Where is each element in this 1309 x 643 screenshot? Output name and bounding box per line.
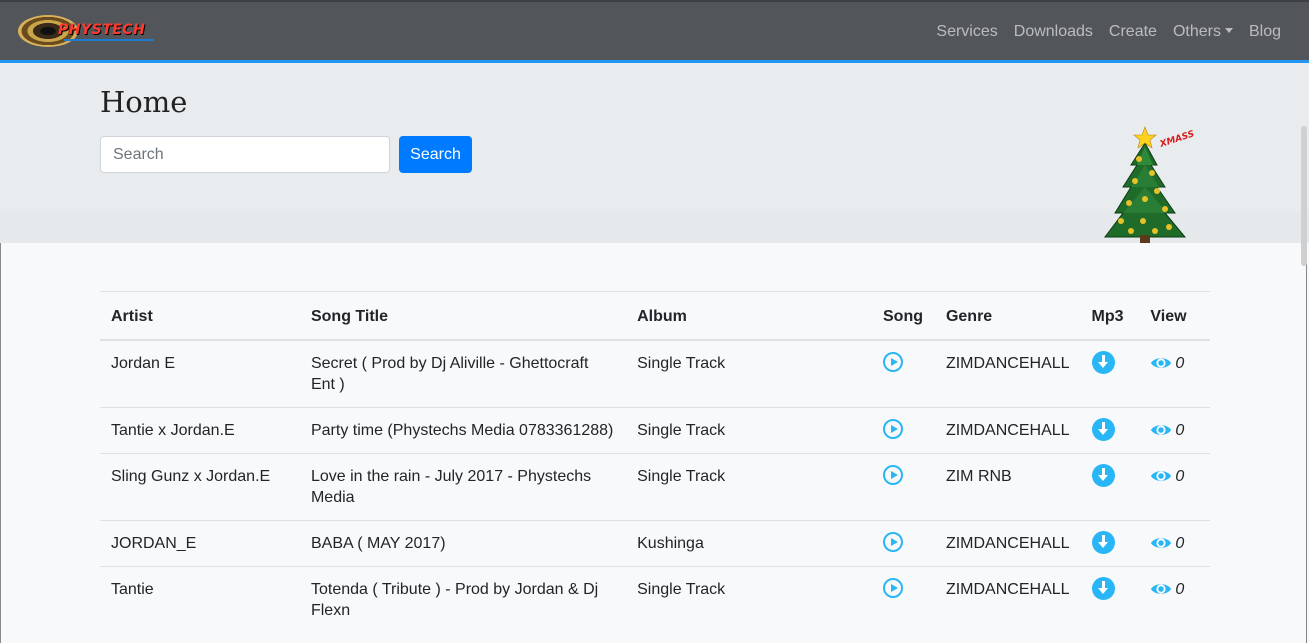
eye-icon[interactable] <box>1150 466 1172 487</box>
view-count: 0 <box>1175 468 1185 485</box>
table-row: JORDAN_E BABA ( MAY 2017) Kushinga ZIMDANCE… <box>100 520 1210 567</box>
download-icon[interactable] <box>1091 531 1115 554</box>
cell-song <box>872 339 935 408</box>
logo-text: PHYSTECH <box>58 22 146 38</box>
eye-icon[interactable] <box>1150 533 1172 554</box>
view-count: 0 <box>1175 535 1185 552</box>
cell-mp3 <box>1080 339 1140 408</box>
cell-view: 0 <box>1139 407 1210 454</box>
search-input[interactable] <box>100 136 390 173</box>
download-icon[interactable] <box>1091 418 1115 441</box>
cell-view: 0 <box>1139 520 1210 567</box>
navbar: PHYSTECH Services Downloads Create Other… <box>0 0 1309 60</box>
col-view: View <box>1139 291 1210 341</box>
cell-song <box>872 566 935 633</box>
cell-song-title: Party time (Phystechs Media 0783361288) <box>299 407 627 454</box>
cell-artist: Jordan E <box>100 339 300 408</box>
nav-link-blog[interactable]: Blog <box>1241 22 1289 42</box>
nav-links: Services Downloads Create Others Blog <box>928 22 1289 42</box>
view-count: 0 <box>1175 355 1185 372</box>
cell-album: Single Track <box>626 339 872 408</box>
play-circle-icon[interactable] <box>883 419 903 439</box>
table-header-row: Artist Song Title Album Song Genre Mp3 V… <box>100 291 1210 341</box>
scrollbar-thumb[interactable] <box>1301 126 1307 266</box>
nav-link-downloads[interactable]: Downloads <box>1006 22 1101 42</box>
logo-underline <box>64 39 154 41</box>
col-song: Song <box>872 291 935 341</box>
table-row: Jordan E Secret ( Prod by Dj Aliville - G… <box>100 339 1210 408</box>
cell-album: Single Track <box>626 453 872 521</box>
songs-table-container: Artist Song Title Album Song Genre Mp3 V… <box>100 291 1210 633</box>
cell-genre: ZIM RNB <box>934 453 1081 521</box>
col-song-title: Song Title <box>299 291 627 341</box>
cell-mp3 <box>1080 520 1140 567</box>
cell-view: 0 <box>1139 566 1210 633</box>
cell-song <box>872 407 935 454</box>
cell-song <box>872 453 935 521</box>
eye-icon[interactable] <box>1150 579 1172 600</box>
view-count: 0 <box>1175 422 1185 439</box>
cell-song <box>872 520 935 567</box>
cell-artist: Tantie x Jordan.E <box>100 407 300 454</box>
xmass-label: XMASS <box>1158 129 1196 150</box>
cell-mp3 <box>1080 407 1140 454</box>
cell-mp3 <box>1080 566 1140 633</box>
caret-down-icon <box>1224 28 1233 33</box>
cell-song-title: Totenda ( Tribute ) - Prod by Jordan & D… <box>299 566 627 633</box>
nav-link-services[interactable]: Services <box>928 22 1005 42</box>
play-circle-icon[interactable] <box>883 578 903 598</box>
page-title: Home <box>100 85 188 119</box>
table-row: Sling Gunz x Jordan.E Love in the rain - … <box>100 453 1210 521</box>
play-circle-icon[interactable] <box>883 465 903 485</box>
cell-genre: ZIMDANCEHALL <box>934 339 1081 408</box>
cell-album: Single Track <box>626 566 872 633</box>
search-button[interactable]: Search <box>399 136 472 173</box>
songs-table: Artist Song Title Album Song Genre Mp3 V… <box>100 291 1210 633</box>
cell-album: Kushinga <box>626 520 872 567</box>
view-count: 0 <box>1175 581 1185 598</box>
cell-mp3 <box>1080 453 1140 521</box>
download-icon[interactable] <box>1091 577 1115 600</box>
site-logo[interactable]: PHYSTECH <box>18 15 158 49</box>
cell-song-title: BABA ( MAY 2017) <box>299 520 627 567</box>
play-circle-icon[interactable] <box>883 532 903 552</box>
col-genre: Genre <box>934 291 1081 341</box>
table-row: Tantie x Jordan.E Party time (Phystechs M… <box>100 407 1210 454</box>
download-icon[interactable] <box>1091 464 1115 487</box>
cell-artist: JORDAN_E <box>100 520 300 567</box>
table-row: Tantie Totenda ( Tribute ) - Prod by Jord… <box>100 566 1210 633</box>
eye-icon[interactable] <box>1150 420 1172 441</box>
cell-song-title: Secret ( Prod by Dj Aliville - Ghettocra… <box>299 339 627 408</box>
cell-song-title: Love in the rain - July 2017 - Phystechs… <box>299 453 627 521</box>
cell-artist: Sling Gunz x Jordan.E <box>100 453 300 521</box>
col-artist: Artist <box>100 291 300 341</box>
nav-link-create[interactable]: Create <box>1101 22 1165 42</box>
col-album: Album <box>626 291 872 341</box>
cell-album: Single Track <box>626 407 872 454</box>
download-icon[interactable] <box>1091 351 1115 374</box>
cell-genre: ZIMDANCEHALL <box>934 520 1081 567</box>
christmas-tree-icon: XMASS <box>1104 126 1196 243</box>
cell-view: 0 <box>1139 453 1210 521</box>
nav-link-others-dropdown[interactable]: Others <box>1165 22 1241 42</box>
cell-artist: Tantie <box>100 566 300 633</box>
col-mp3: Mp3 <box>1080 291 1140 341</box>
cell-view: 0 <box>1139 339 1210 408</box>
cell-genre: ZIMDANCEHALL <box>934 407 1081 454</box>
eye-icon[interactable] <box>1150 353 1172 374</box>
play-circle-icon[interactable] <box>883 352 903 372</box>
cell-genre: ZIMDANCEHALL <box>934 566 1081 633</box>
nav-link-others-label: Others <box>1172 23 1221 40</box>
